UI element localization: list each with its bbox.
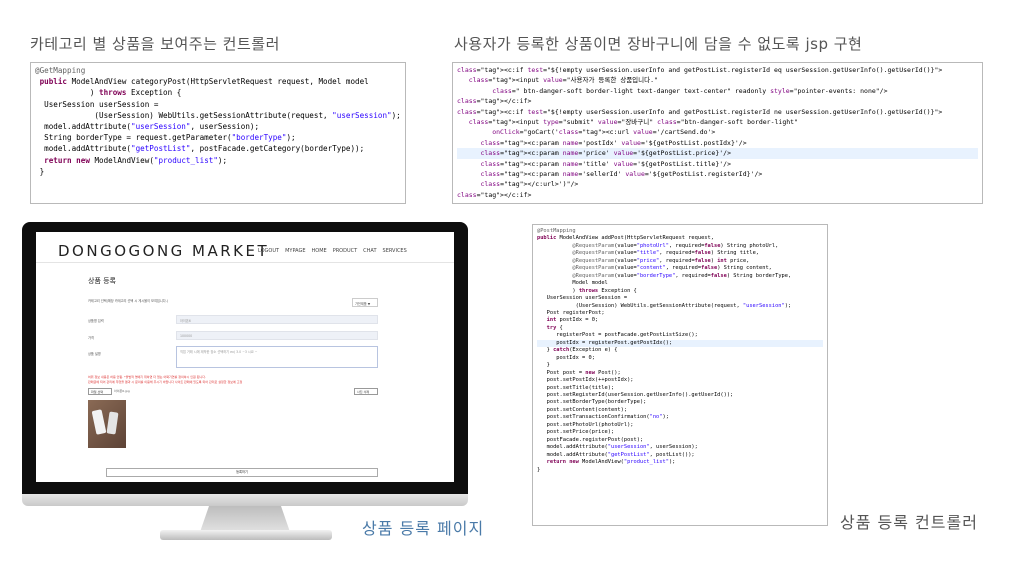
code-line: class="tag"><input value="사용자가 등록한 상품입니다… bbox=[468, 76, 658, 85]
code-line: Post post = new Post(); bbox=[537, 369, 621, 376]
product-name-label: 상품명 입력 bbox=[88, 319, 104, 323]
code-line: } catch(Exception e) { bbox=[537, 347, 618, 354]
nav-chat[interactable]: CHAT bbox=[363, 248, 376, 254]
code-line: try { bbox=[546, 324, 563, 331]
code-line: public ModelAndView categoryPost(HttpSer… bbox=[39, 77, 369, 87]
file-select-button[interactable]: 파일 선택 bbox=[88, 388, 112, 395]
code-line: } bbox=[35, 166, 45, 176]
category-hint: 카테고리 선택(해당 카테고리 선택 시 게시물이 보여집니다.) bbox=[88, 299, 168, 303]
code-line: @RequestParam(value="price", required=fa… bbox=[572, 257, 750, 264]
code-line: post.setContent(content); bbox=[537, 406, 628, 413]
code-line: class="tag"><c:param name='price' value=… bbox=[457, 148, 978, 159]
jsp-implementation-heading: 사용자가 등록한 상품이면 장바구니에 담을 수 없도록 jsp 구현 bbox=[454, 35, 863, 53]
code-line: ) throws Exception { bbox=[35, 88, 182, 98]
code-line: post.setRegisterId(userSession.getUserIn… bbox=[537, 391, 734, 398]
nav-home[interactable]: HOME bbox=[312, 248, 327, 254]
code-line: model.addAttribute("userSession", userSe… bbox=[35, 122, 260, 132]
code-line: class="tag"><c:param name='postIdx' valu… bbox=[480, 138, 747, 147]
register-page-screen: DONGOGONG MARKET LOGOUT MYPAGE HOME PROD… bbox=[36, 232, 454, 482]
code-line: class="tag"><input type="submit" value="… bbox=[468, 118, 798, 127]
product-name-input[interactable]: 아이폰6 bbox=[176, 315, 378, 324]
category-select[interactable]: 가전제품 ▼ bbox=[352, 298, 378, 307]
code-line: post.setPrice(price); bbox=[537, 429, 615, 436]
code-line: class="tag"></c:if> bbox=[457, 97, 532, 106]
category-controller-heading: 카테고리 별 상품을 보여주는 컨트롤러 bbox=[30, 35, 280, 53]
nav-logout[interactable]: LOGOUT bbox=[258, 248, 279, 254]
code-line: @PostMapping bbox=[537, 228, 576, 234]
price-label: 가격 bbox=[88, 336, 94, 340]
delete-photo-button[interactable]: 사진 삭제 bbox=[354, 388, 378, 395]
code-line: model.addAttribute("getPostList", postLi… bbox=[537, 451, 695, 458]
code-line: post.setPostIdx(++postIdx); bbox=[537, 377, 634, 384]
register-controller-code: @PostMapping public ModelAndView addPost(… bbox=[532, 224, 828, 526]
site-logo[interactable]: DONGOGONG MARKET bbox=[58, 242, 269, 260]
code-line: postFacade.registerPost(post); bbox=[537, 436, 644, 443]
code-line: class="tag"><c:param name='sellerId' val… bbox=[480, 170, 763, 179]
code-line: Model model bbox=[537, 280, 608, 287]
code-line: public ModelAndView addPost(HttpServletR… bbox=[537, 235, 714, 242]
code-line: postIdx = 0; bbox=[537, 354, 595, 361]
code-line: postIdx = registerPost.getPostIdx(); bbox=[537, 339, 823, 348]
code-line: post.setPhotoUrl(photoUrl); bbox=[537, 421, 634, 428]
monitor-base bbox=[160, 530, 332, 540]
code-line: int postIdx = 0; bbox=[546, 317, 599, 324]
code-line: registerPost = postFacade.getPostListSiz… bbox=[537, 332, 698, 339]
description-textarea[interactable]: 직접 거래 시에 제작한 장소 선택하기 ex) 3.0 ~3 시요 ~ bbox=[176, 346, 378, 368]
category-controller-code: @GetMapping public ModelAndView category… bbox=[30, 62, 406, 204]
nav-divider bbox=[36, 262, 454, 263]
code-line: class="tag"><c:param name='title' value=… bbox=[480, 159, 731, 168]
jsp-code: class="tag"><c:if test="${!empty userSes… bbox=[452, 62, 983, 204]
code-line: @RequestParam(value="content", required=… bbox=[572, 265, 772, 272]
form-title: 상품 등록 bbox=[88, 277, 116, 285]
monitor-frame: DONGOGONG MARKET LOGOUT MYPAGE HOME PROD… bbox=[22, 222, 468, 494]
code-line: UserSession userSession = bbox=[537, 295, 628, 302]
monitor-stand bbox=[200, 506, 290, 532]
code-line: onClick="goCart('class="tag"><c:url valu… bbox=[492, 128, 716, 137]
code-line: post.setTransactionConfirmation("no"); bbox=[537, 414, 669, 421]
price-input[interactable]: 100000 bbox=[176, 331, 378, 340]
submit-button[interactable]: 등록하기 bbox=[106, 468, 378, 477]
code-line: return new ModelAndView("product_list"); bbox=[44, 155, 228, 165]
code-line: @RequestParam(value="borderType", requir… bbox=[572, 272, 792, 279]
code-line: post.setTitle(title); bbox=[537, 384, 615, 391]
code-line: @GetMapping bbox=[35, 66, 86, 75]
code-line: model.addAttribute("getPostList", postFa… bbox=[35, 144, 365, 154]
register-controller-caption: 상품 등록 컨트롤러 bbox=[840, 513, 978, 532]
code-line: Post registerPost; bbox=[537, 309, 605, 316]
code-line: return new ModelAndView("product_list"); bbox=[546, 459, 676, 466]
code-line: model.addAttribute("userSession", userSe… bbox=[537, 444, 698, 451]
code-line: (UserSession) WebUtils.getSessionAttribu… bbox=[537, 302, 792, 309]
code-line: class="tag"><c:if test="${!empty userSes… bbox=[457, 66, 943, 74]
code-line: (UserSession) WebUtils.getSessionAttribu… bbox=[35, 110, 401, 120]
nav-product[interactable]: PRODUCT bbox=[333, 248, 357, 254]
code-line: } bbox=[537, 362, 550, 369]
register-page-caption: 상품 등록 페이지 bbox=[362, 519, 485, 538]
code-line: class="tag"><c:if test="${!empty userSes… bbox=[457, 107, 943, 116]
description-label: 상품 설명 bbox=[88, 352, 101, 356]
code-line: @RequestParam(value="photoUrl", required… bbox=[572, 242, 779, 249]
nav-services[interactable]: SERVICES bbox=[383, 248, 407, 254]
code-line: @RequestParam(value="title", required=fa… bbox=[572, 250, 760, 257]
nav-mypage[interactable]: MYPAGE bbox=[285, 248, 305, 254]
site-nav: LOGOUT MYPAGE HOME PRODUCT CHAT SERVICES bbox=[258, 248, 407, 254]
code-line: class="tag"></c:url>')"/> bbox=[480, 180, 579, 189]
code-line: class=" btn-danger-soft border-light tex… bbox=[492, 86, 888, 95]
code-line: UserSession userSession = bbox=[35, 99, 159, 109]
file-name: 아이폰6.jpg bbox=[114, 389, 130, 393]
monitor-chin bbox=[22, 494, 468, 506]
code-line: class="tag"></c:if> bbox=[457, 190, 532, 199]
register-notes: 허위 정보 내용은 허용 안됨. *불법적 명에기 위하면 더 엄는 어쩌기연를… bbox=[88, 375, 242, 385]
code-line: ) throws Exception { bbox=[537, 287, 637, 294]
code-line: } bbox=[537, 466, 541, 473]
register-note: 판매글에 되어 관리에 뚜렷을 결과 시 문의를 이용해 주시기 바랍니다 사이… bbox=[88, 380, 243, 384]
code-line: post.setBorderType(borderType); bbox=[537, 399, 647, 406]
code-line: String borderType = request.getParameter… bbox=[35, 133, 296, 143]
